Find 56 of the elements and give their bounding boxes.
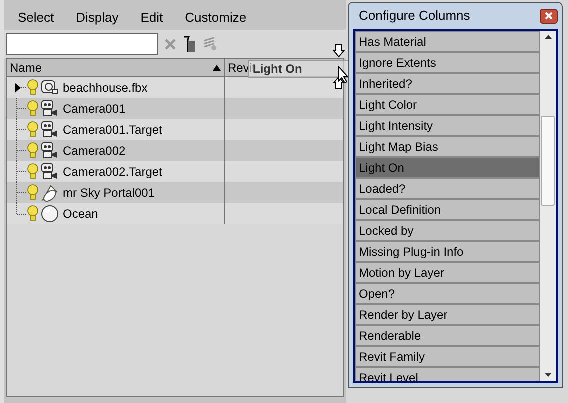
scroll-up-icon[interactable] [544,35,552,39]
column-option[interactable]: Loaded? [355,178,540,199]
tree-connector-icon [15,140,27,161]
column-option[interactable]: Missing Plug-in Info [355,241,540,262]
camera-icon [41,100,59,118]
column-option[interactable]: Revit Family [355,346,540,367]
column-option[interactable]: Motion by Layer [355,262,540,283]
close-button[interactable] [540,8,558,24]
column-option[interactable]: Local Definition [355,199,540,220]
tree-connector-icon [15,161,27,182]
filter-icon[interactable] [183,36,196,52]
expand-arrow-icon[interactable] [15,82,27,92]
sphere-icon [41,204,59,222]
column-header[interactable]: Name [7,59,225,76]
scroll-down-icon[interactable] [544,373,552,377]
column-option[interactable]: Inherited? [355,73,540,94]
column-option[interactable]: Render by Layer [355,304,540,325]
scene-icon [41,80,59,96]
lightbulb-icon[interactable] [27,100,39,118]
column-option[interactable]: Has Material [355,31,540,52]
camera-icon [41,120,59,138]
column-option[interactable]: Light Map Bias [355,136,540,157]
column-option[interactable]: Renderable [355,325,540,346]
insert-arrow-icon [333,76,345,90]
object-name[interactable]: Camera002 [63,142,126,160]
camera-icon [41,162,59,180]
column-option[interactable]: Light On [355,157,540,178]
menu-item[interactable]: Select [18,8,54,28]
column-option[interactable]: Ignore Extents [355,52,540,73]
lightbulb-icon[interactable] [27,120,39,138]
insert-arrow-icon [333,44,345,58]
dialog-title: Configure Columns [359,7,470,26]
camera-icon [41,142,59,160]
clear-icon[interactable] [164,38,177,50]
scrollbar[interactable] [540,31,556,381]
tree-connector-icon [15,119,27,140]
lightbulb-icon[interactable] [27,204,39,222]
lightbulb-icon[interactable] [27,142,39,160]
column-option[interactable]: Open? [355,283,540,304]
close-icon [545,12,553,20]
search-field[interactable] [6,33,158,55]
menu-item[interactable]: Customize [185,8,247,28]
scroll-thumb[interactable] [541,116,555,206]
menu-item[interactable]: Display [76,8,119,28]
menu-item[interactable]: Edit [140,8,164,28]
layers-icon[interactable] [202,36,218,52]
tree-connector-icon [15,98,27,119]
lightbulb-icon[interactable] [27,162,39,180]
lamp-icon [41,184,59,202]
object-name[interactable]: Ocean [63,204,98,222]
column-option[interactable]: Light Intensity [355,115,540,136]
object-name[interactable]: Camera001 [63,100,126,118]
column-option[interactable]: Light Color [355,94,540,115]
cursor-icon [338,66,350,84]
lightbulb-icon[interactable] [27,184,39,202]
column-option[interactable]: Locked by [355,220,540,241]
